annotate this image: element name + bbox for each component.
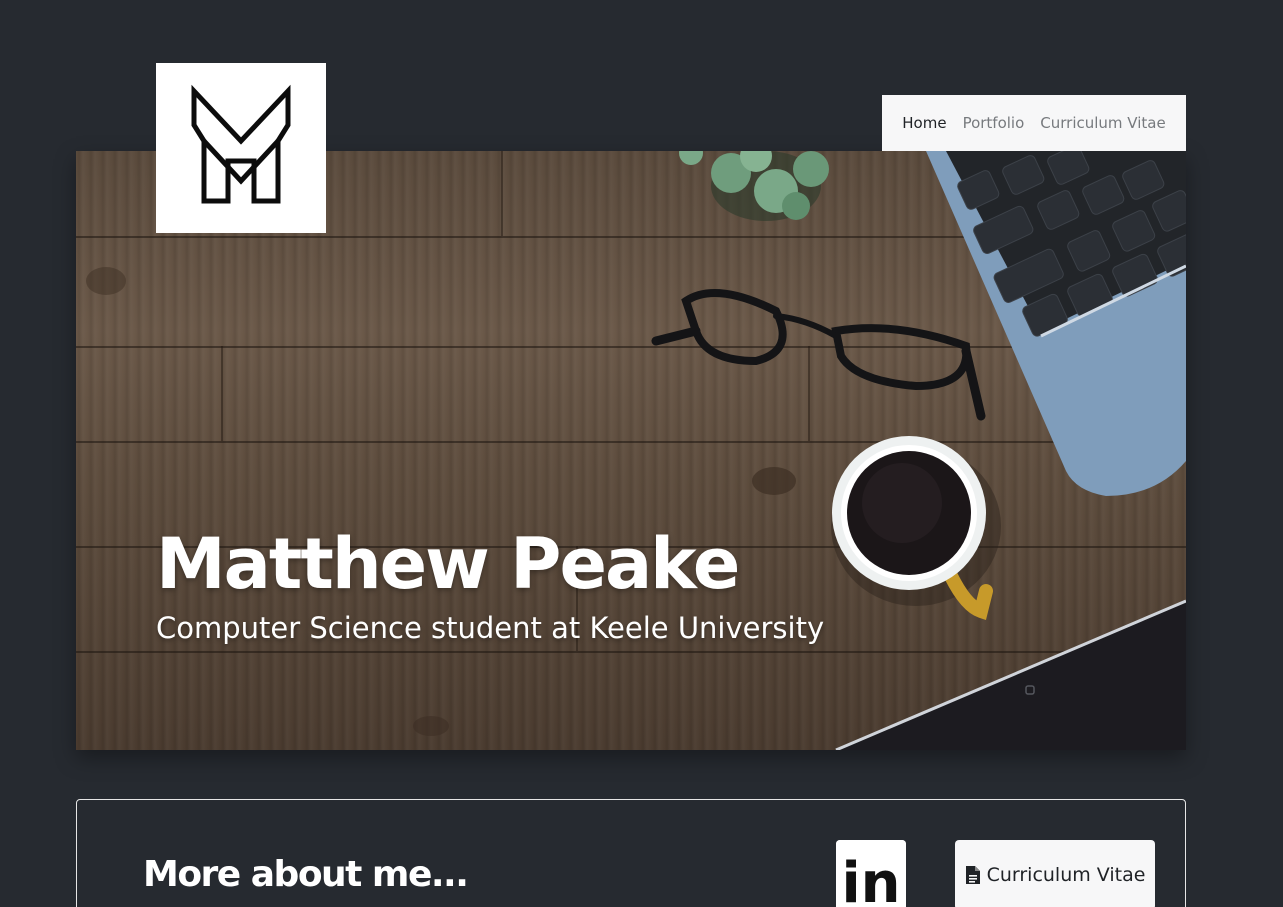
laptop-illustration xyxy=(926,151,1186,496)
tablet-illustration xyxy=(835,599,1186,750)
desk-photo-illustration xyxy=(86,151,1186,750)
cv-button-label: Curriculum Vitae xyxy=(986,864,1146,886)
plant-illustration xyxy=(679,151,829,221)
hero-title: Matthew Peake xyxy=(156,523,740,605)
nav-home[interactable]: Home xyxy=(902,114,946,132)
nav-portfolio[interactable]: Portfolio xyxy=(963,114,1025,132)
cv-button[interactable]: Curriculum Vitae xyxy=(955,840,1155,907)
nav-curriculum-vitae[interactable]: Curriculum Vitae xyxy=(1040,114,1165,132)
hero-banner: Matthew Peake Computer Science student a… xyxy=(76,151,1186,750)
page: Matthew Peake Computer Science student a… xyxy=(0,0,1283,907)
site-logo[interactable] xyxy=(156,63,326,233)
about-card: More about me... in Curriculum Vitae xyxy=(76,799,1186,907)
coffee-cup-illustration xyxy=(831,436,1001,621)
linkedin-icon: in xyxy=(836,840,906,907)
main-navigation: Home Portfolio Curriculum Vitae xyxy=(882,95,1186,151)
glasses-illustration xyxy=(651,289,986,421)
document-icon xyxy=(965,866,980,884)
hero-subtitle: Computer Science student at Keele Univer… xyxy=(156,611,825,645)
linkedin-glyph: in xyxy=(841,851,900,907)
about-title: More about me... xyxy=(143,854,469,895)
m-logo-icon xyxy=(191,84,291,204)
linkedin-link[interactable]: in xyxy=(836,840,906,907)
